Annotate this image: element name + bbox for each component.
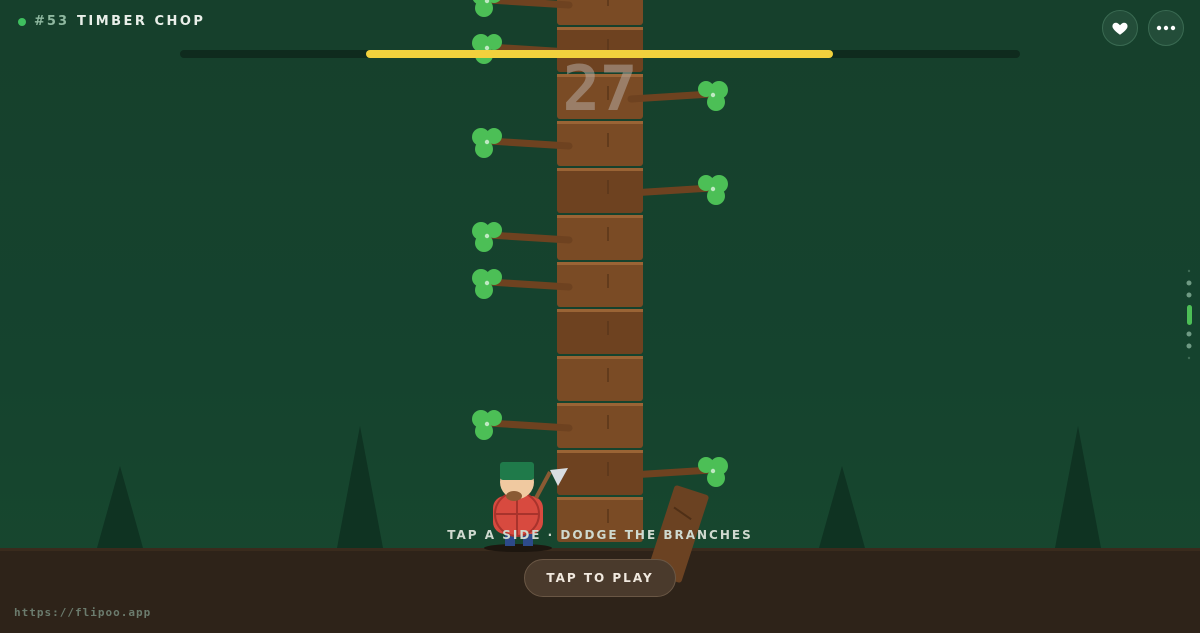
score: 27 [562,52,638,125]
right-branch [627,175,728,205]
trunk-segment [557,309,643,354]
left-branch [472,410,573,440]
game-title: TIMBER CHOP [76,14,206,29]
like-button[interactable] [1102,10,1138,46]
site-url[interactable]: https://flipoo.app [14,606,151,619]
more-menu-button[interactable] [1148,10,1184,46]
left-branch [472,0,573,17]
game-header: #53 TIMBER CHOP [18,14,205,29]
heart-icon [1112,22,1128,35]
more-horizontal-icon [1156,25,1176,31]
tap-to-play-button[interactable]: TAP TO PLAY [524,559,676,597]
left-branch [472,128,573,158]
status-dot [18,17,26,26]
hint-text: TAP A SIDE · DODGE THE BRANCHES [447,528,753,542]
left-branch [472,269,573,299]
level-indicator [1186,269,1192,360]
lumberjack [484,462,568,552]
left-branch [472,222,573,252]
game-number: #53 [34,14,69,29]
trunk-segment [557,356,643,401]
game-scene[interactable]: 27 TAP A SIDE · DODGE THE BRANCHES TAP T… [0,0,1200,633]
